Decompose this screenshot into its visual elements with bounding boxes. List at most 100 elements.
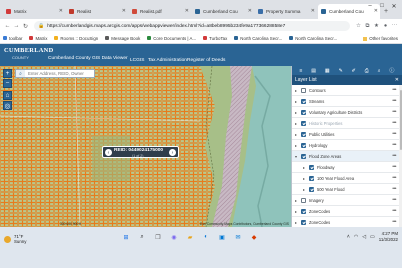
chevron-up-icon[interactable]: ˄ <box>347 234 350 240</box>
map-view[interactable]: ⌕ + − ⌂ ◎ ‹ REID: 0449024175000 (1 of 2)… <box>0 66 291 227</box>
browser-tab[interactable]: Property Summa ✕ <box>255 4 317 19</box>
url-field[interactable]: 🔒 https://cumberlandgis.maps.arcgis.com/… <box>34 21 350 31</box>
mail-icon[interactable]: ✉ <box>232 231 244 243</box>
wifi-icon[interactable]: ◠ <box>354 234 358 240</box>
draw-icon[interactable]: ✐ <box>352 68 356 74</box>
locate-button[interactable]: ◎ <box>3 101 12 110</box>
expand-icon[interactable]: ▸ <box>295 209 297 214</box>
tab-close-icon[interactable]: ✕ <box>59 8 63 14</box>
layers-icon[interactable]: ≡ <box>299 68 302 74</box>
layer-visibility-checkbox[interactable] <box>301 197 306 203</box>
layer-visibility-checkbox[interactable] <box>309 175 314 181</box>
home-button[interactable]: ⌂ <box>3 91 12 100</box>
chat-icon[interactable]: ◉ <box>168 231 180 243</box>
zoom-out-button[interactable]: − <box>3 79 12 88</box>
expand-icon[interactable]: ▸ <box>295 121 297 126</box>
tab-close-icon[interactable]: ✕ <box>122 8 126 14</box>
clock[interactable]: 4:27 PM 11/3/2022 <box>379 231 398 242</box>
star-icon[interactable]: ☆ <box>354 23 363 29</box>
query-icon[interactable]: ⌕ <box>378 68 381 74</box>
expand-icon[interactable]: ▸ <box>295 132 297 137</box>
browser-tab[interactable]: Matrix ✕ <box>3 4 65 19</box>
tab-close-icon[interactable]: ✕ <box>248 8 252 14</box>
store-icon[interactable]: ▣ <box>216 231 228 243</box>
layer-visibility-checkbox[interactable] <box>301 120 306 126</box>
layer-visibility-checkbox[interactable] <box>301 109 306 115</box>
previous-feature-icon[interactable]: ‹ <box>105 149 112 156</box>
print-icon[interactable]: ⎙ <box>365 68 369 74</box>
layer-visibility-checkbox[interactable] <box>301 131 306 137</box>
link-tax-administration[interactable]: Tax Administration <box>148 58 187 63</box>
layer-row[interactable]: ▸ 500 Year Flood ••• <box>292 184 402 195</box>
layer-row[interactable]: ▸ Historic Properties ••• <box>292 118 402 129</box>
tab-close-icon[interactable]: ✕ <box>311 8 315 14</box>
layer-visibility-checkbox[interactable] <box>301 87 306 93</box>
maximize-icon[interactable]: □ <box>376 3 388 10</box>
layer-options-icon[interactable]: ••• <box>392 131 396 137</box>
expand-icon[interactable]: ▸ <box>295 88 297 93</box>
refresh-icon[interactable]: ↻ <box>21 23 30 30</box>
next-feature-icon[interactable]: › <box>169 149 176 156</box>
favorites-icon[interactable]: ★ <box>372 23 381 29</box>
browser-tab[interactable]: Realist ✕ <box>66 4 128 19</box>
layer-row[interactable]: ▸ Imagery ••• <box>292 195 402 206</box>
layer-options-icon[interactable]: ••• <box>392 186 396 192</box>
expand-icon[interactable]: ▸ <box>295 143 297 148</box>
forward-icon[interactable]: → <box>12 23 21 29</box>
parcel-popup[interactable]: ‹ REID: 0449024175000 (1 of 2) › <box>102 146 179 158</box>
close-window-icon[interactable]: ✕ <box>388 3 400 10</box>
search-box[interactable]: ⌕ <box>15 69 95 78</box>
layer-visibility-checkbox[interactable] <box>301 219 306 225</box>
layer-row[interactable]: ▸ 100 Year Flood Area ••• <box>292 173 402 184</box>
edge-icon[interactable]: ◐ <box>200 231 212 243</box>
collapse-icon[interactable]: ▾ <box>295 154 297 159</box>
other-favorites[interactable]: Other favorites <box>363 36 398 41</box>
search-icon[interactable]: ⌕ <box>16 70 25 77</box>
layer-options-icon[interactable]: ••• <box>392 142 396 148</box>
minimize-icon[interactable]: – <box>364 3 376 10</box>
bookmark-item[interactable]: TurboTax <box>203 36 227 41</box>
layer-options-icon[interactable]: ••• <box>392 120 396 126</box>
start-icon[interactable]: ⊞ <box>120 231 132 243</box>
browser-tab[interactable]: Cumberland Cou ✕ <box>192 4 254 19</box>
expand-icon[interactable]: ▸ <box>295 110 297 115</box>
layer-visibility-checkbox[interactable] <box>301 153 306 159</box>
layer-row[interactable]: ▸ ZoneCodes ••• <box>292 206 402 217</box>
expand-icon[interactable]: ▸ <box>295 198 297 203</box>
layer-visibility-checkbox[interactable] <box>309 186 314 192</box>
bookmark-item[interactable]: Matrix <box>29 36 47 41</box>
weather-widget[interactable]: 71°F Sunny <box>4 234 26 244</box>
measure-icon[interactable]: ✎ <box>339 68 343 74</box>
link-lcgis[interactable]: LCGIS <box>130 58 144 63</box>
bookmark-item[interactable]: North Carolina Secr... <box>234 36 282 41</box>
layer-row[interactable]: ▸ Hydrology ••• <box>292 140 402 151</box>
bookmark-item[interactable]: toolbar <box>3 36 22 41</box>
close-icon[interactable]: ✕ <box>395 77 399 83</box>
layer-options-icon[interactable]: ••• <box>392 175 396 181</box>
zoom-in-button[interactable]: + <box>3 69 12 78</box>
search-input[interactable] <box>28 71 94 76</box>
layer-visibility-checkbox[interactable] <box>301 208 306 214</box>
layer-row[interactable]: ▸ Contours ••• <box>292 85 402 96</box>
back-icon[interactable]: ← <box>3 23 12 29</box>
layer-options-icon[interactable]: ••• <box>392 219 396 225</box>
layer-options-icon[interactable]: ••• <box>392 98 396 104</box>
expand-icon[interactable]: ▸ <box>303 187 305 192</box>
bookmark-item[interactable]: North Carolina Secr... <box>289 36 337 41</box>
layer-options-icon[interactable]: ••• <box>392 164 396 170</box>
layer-options-icon[interactable]: ••• <box>392 197 396 203</box>
layer-row[interactable]: ▸ Voluntary Agriculture Districts ••• <box>292 107 402 118</box>
expand-icon[interactable]: ▸ <box>303 165 305 170</box>
bookmark-item[interactable]: Message Book <box>105 36 140 41</box>
layer-visibility-checkbox[interactable] <box>301 142 306 148</box>
search-taskbar-icon[interactable]: ⌕ <box>136 231 148 243</box>
layer-options-icon[interactable]: ••• <box>392 208 396 214</box>
expand-icon[interactable]: ▸ <box>295 99 297 104</box>
file-explorer-icon[interactable]: ▰ <box>184 231 196 243</box>
layer-options-icon[interactable]: ••• <box>392 87 396 93</box>
layer-row[interactable]: ▸ Public Utilities ••• <box>292 129 402 140</box>
expand-icon[interactable]: ▸ <box>303 176 305 181</box>
info-icon[interactable]: ⓘ <box>389 67 394 74</box>
task-view-icon[interactable]: ❐ <box>152 231 164 243</box>
tab-close-icon[interactable]: ✕ <box>185 8 189 14</box>
